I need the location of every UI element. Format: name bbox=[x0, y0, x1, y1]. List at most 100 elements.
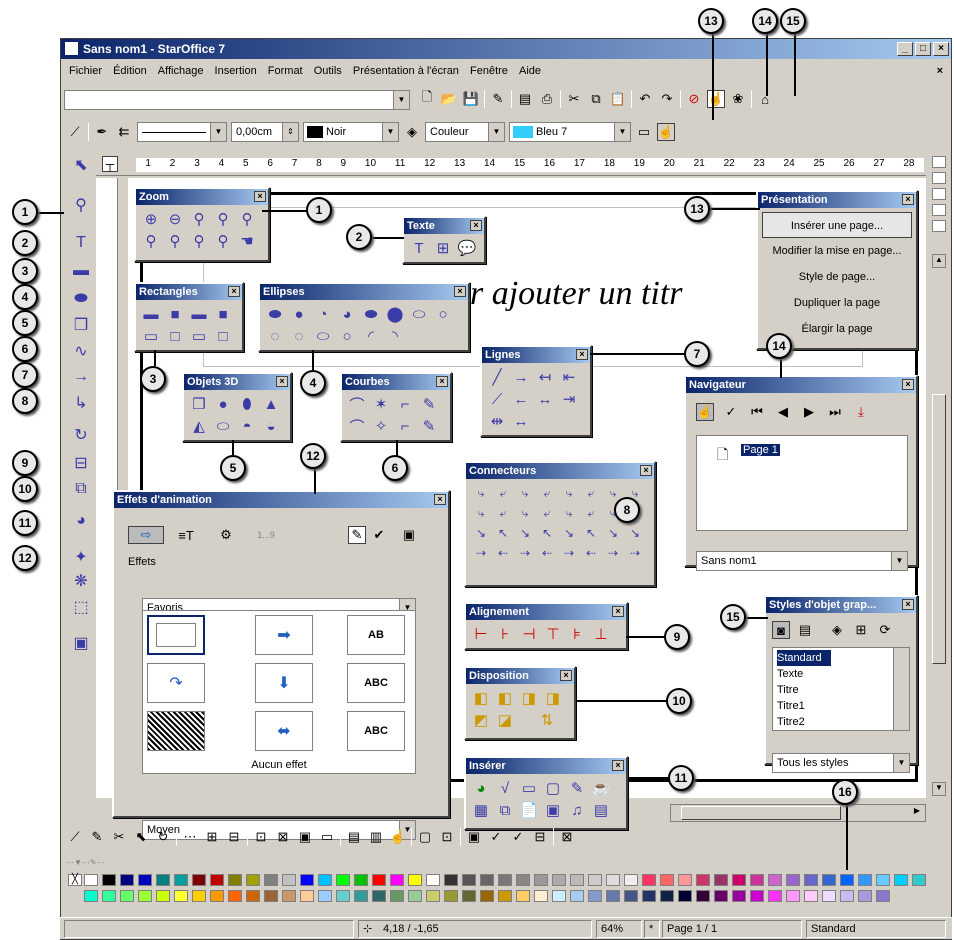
color-swatch[interactable] bbox=[120, 890, 134, 902]
color-swatch[interactable] bbox=[300, 874, 314, 886]
color-swatch[interactable] bbox=[174, 874, 188, 886]
simple-handles-icon[interactable]: ▢ bbox=[416, 828, 434, 846]
color-swatch[interactable] bbox=[858, 874, 872, 886]
zoom-100-icon[interactable]: ⚲ bbox=[189, 210, 209, 228]
view-icon[interactable] bbox=[932, 172, 946, 184]
close-icon[interactable]: × bbox=[276, 376, 288, 387]
color-swatch[interactable] bbox=[606, 874, 620, 886]
color-swatch[interactable] bbox=[192, 890, 206, 902]
text-effects-tab-icon[interactable]: ≡T bbox=[168, 526, 204, 544]
color-swatch[interactable] bbox=[498, 874, 512, 886]
color-swatch[interactable] bbox=[624, 890, 638, 902]
line-width-field[interactable]: 0,00cm ⇕ bbox=[231, 122, 299, 142]
pie-filled-icon[interactable]: ◔ bbox=[313, 305, 333, 323]
exit-group-icon[interactable]: ⊠ bbox=[558, 828, 576, 846]
color-swatch[interactable] bbox=[660, 874, 674, 886]
color-swatch[interactable] bbox=[228, 874, 242, 886]
url-combo[interactable]: ▼ bbox=[64, 90, 410, 110]
color-swatch[interactable] bbox=[534, 874, 548, 886]
scroll-up-icon[interactable]: ▲ bbox=[932, 254, 946, 268]
color-swatch[interactable] bbox=[552, 890, 566, 902]
effects-tool-icon[interactable]: ❋ bbox=[72, 572, 90, 590]
color-swatch[interactable] bbox=[156, 874, 170, 886]
square-filled-icon[interactable]: ■ bbox=[165, 305, 185, 323]
connector-icon[interactable]: ↖ bbox=[581, 524, 601, 542]
spellcheck-icon[interactable]: ✓ bbox=[487, 828, 505, 846]
redo-icon[interactable]: ↷ bbox=[658, 90, 676, 108]
vertical-scrollbar[interactable]: ▲ ▼ bbox=[930, 154, 950, 804]
color-swatch[interactable] bbox=[84, 874, 98, 886]
color-swatch[interactable] bbox=[822, 890, 836, 902]
view-icon[interactable] bbox=[932, 188, 946, 200]
shadow-icon[interactable]: ▭ bbox=[635, 123, 653, 141]
snap-border-icon[interactable]: ⊡ bbox=[252, 828, 270, 846]
pyramid-icon[interactable]: ◭ bbox=[189, 417, 209, 435]
line-arrow-square-icon[interactable]: ⇥ bbox=[559, 390, 579, 408]
duplicate-page-item[interactable]: Dupliquer la page bbox=[758, 290, 916, 316]
align-bottom-icon[interactable]: ⊥ bbox=[591, 625, 611, 643]
color-swatch[interactable] bbox=[246, 890, 260, 902]
line-icon[interactable]: ╱ bbox=[487, 368, 507, 386]
color-swatch[interactable] bbox=[876, 874, 890, 886]
connector-icon[interactable]: ⇠ bbox=[493, 544, 513, 562]
3d-effects-icon[interactable]: ⬚ bbox=[72, 598, 90, 616]
color-swatch[interactable] bbox=[444, 874, 458, 886]
circle-segment-icon[interactable]: ○ bbox=[337, 327, 357, 345]
freeform-filled-icon[interactable]: ✎ bbox=[419, 395, 439, 413]
arc-icon[interactable]: ◜ bbox=[361, 327, 381, 345]
connector-icon[interactable]: ↘ bbox=[559, 524, 579, 542]
h-scroll-thumb[interactable] bbox=[681, 806, 841, 820]
rect-filled-icon[interactable]: ▬ bbox=[141, 305, 161, 323]
edit-points-icon[interactable]: ✎ bbox=[88, 828, 106, 846]
color-swatch[interactable] bbox=[786, 874, 800, 886]
pen-icon[interactable]: ✎ bbox=[348, 526, 366, 544]
line-style-combo[interactable]: ▼ bbox=[137, 122, 227, 142]
effect-none-cell[interactable] bbox=[147, 615, 205, 655]
color-swatch[interactable] bbox=[840, 874, 854, 886]
auto-spellcheck-icon[interactable]: ✓ bbox=[509, 828, 527, 846]
color-swatch[interactable] bbox=[678, 874, 692, 886]
round-rect-filled-icon[interactable]: ▬ bbox=[189, 305, 209, 323]
menu-aide[interactable]: Aide bbox=[519, 65, 541, 77]
align-center-h-icon[interactable]: ⊦ bbox=[495, 625, 515, 643]
color-swatch[interactable] bbox=[822, 874, 836, 886]
color-swatch[interactable] bbox=[138, 874, 152, 886]
grid-icon[interactable]: ⋯ bbox=[181, 828, 199, 846]
color-swatch[interactable] bbox=[336, 874, 350, 886]
quick-edit-icon[interactable]: ▤ bbox=[345, 828, 363, 846]
effect-down-cell[interactable]: ⬇ bbox=[255, 663, 313, 703]
copy-icon[interactable]: ⧉ bbox=[587, 90, 605, 108]
color-swatch[interactable] bbox=[768, 890, 782, 902]
close-icon[interactable]: × bbox=[434, 494, 446, 505]
stylist-small-icon[interactable]: ☝ bbox=[657, 123, 675, 141]
align-left-icon[interactable]: ⊢ bbox=[471, 625, 491, 643]
behind-icon[interactable]: ◪ bbox=[495, 711, 515, 729]
connector-icon[interactable]: ⤷ bbox=[559, 504, 579, 522]
align-tool-icon[interactable]: ⊟ bbox=[72, 454, 90, 472]
color-swatch[interactable] bbox=[696, 890, 710, 902]
fill-bucket-icon[interactable]: ◈ bbox=[403, 123, 421, 141]
presentation-styles-icon[interactable]: ▤ bbox=[796, 621, 814, 639]
doc-dropdown-icon[interactable]: ▼ bbox=[891, 552, 907, 570]
connector-icon[interactable]: ⤷ bbox=[471, 504, 491, 522]
zoom-optimal-icon[interactable]: ⚲ bbox=[189, 232, 209, 250]
maximize-button[interactable]: □ bbox=[915, 42, 931, 56]
zoom-tool-icon[interactable]: ⚲ bbox=[72, 196, 90, 214]
object-arrow-icon[interactable]: ⟋ bbox=[66, 123, 84, 141]
gallery-icon[interactable]: ❀ bbox=[729, 90, 747, 108]
polygon-filled-icon[interactable]: ✶ bbox=[371, 395, 391, 413]
horizontal-ruler[interactable]: ┬ 1 2 3 4 5 6 7 8 9 10 11 12 13 14 15 16 17 18 19 20 21 22 23 2… bbox=[96, 154, 926, 176]
edit-icon[interactable]: ✎ bbox=[489, 90, 507, 108]
color-swatch[interactable] bbox=[516, 874, 530, 886]
extras-tab-icon[interactable]: ⚙ bbox=[208, 526, 244, 544]
color-swatch[interactable] bbox=[426, 890, 440, 902]
connector-icon[interactable]: ↖ bbox=[537, 524, 557, 542]
color-swatch[interactable] bbox=[786, 890, 800, 902]
round-rect-icon[interactable]: ▭ bbox=[189, 327, 209, 345]
preview-icon[interactable]: ▣ bbox=[400, 526, 418, 544]
connector-icon[interactable]: ↘ bbox=[603, 524, 623, 542]
in-front-icon[interactable]: ◩ bbox=[471, 711, 491, 729]
color-swatch[interactable] bbox=[282, 890, 296, 902]
color-swatch[interactable] bbox=[606, 890, 620, 902]
home-icon[interactable]: ⌂ bbox=[756, 90, 774, 108]
